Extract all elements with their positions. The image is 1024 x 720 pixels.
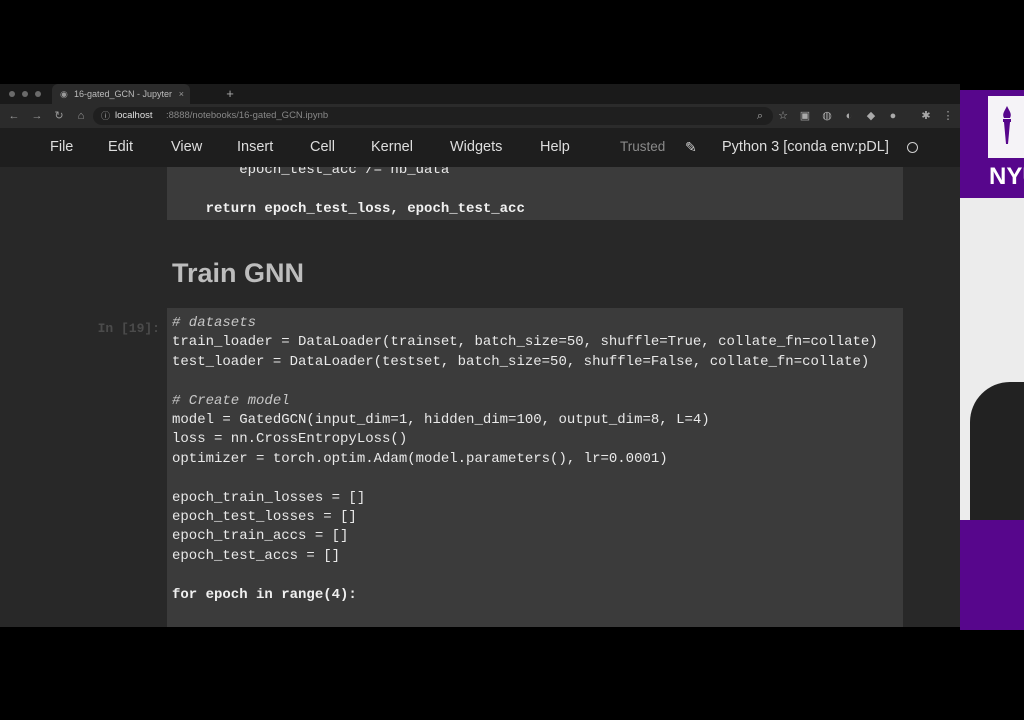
extensions-puzzle-icon[interactable]: ✱ [918, 107, 934, 125]
menu-file[interactable]: File [50, 137, 73, 157]
browser-tab[interactable]: ◉ 16-gated_GCN - Jupyter Notebook × [52, 84, 190, 104]
jupyter-favicon-icon: ◉ [60, 89, 68, 99]
menu-cell[interactable]: Cell [310, 137, 335, 157]
menu-edit[interactable]: Edit [108, 137, 133, 157]
browser-menu-icon[interactable]: ⋮ [940, 107, 956, 125]
previous-code-cell[interactable]: epoch_test_acc /= nb_data return epoch_t… [167, 167, 903, 220]
address-bar-row: ← → ↻ ⌂ ⓘ localhost :8888/notebooks/16-g… [0, 104, 960, 128]
code-line: optimizer = torch.optim.Adam(model.param… [172, 450, 668, 467]
extension-icon-2[interactable]: ◍ [819, 107, 835, 125]
info-icon: ⓘ [101, 111, 111, 121]
kernel-name[interactable]: Python 3 [conda env:pDL] [722, 137, 889, 157]
extension-icon-4[interactable]: ◆ [863, 107, 879, 125]
tab-title: 16-gated_GCN - Jupyter Notebook [74, 89, 174, 99]
code-line: epoch_test_losses = [] [172, 509, 357, 526]
menu-kernel[interactable]: Kernel [371, 137, 413, 157]
previous-cell-code[interactable]: epoch_test_acc /= nb_data return epoch_t… [172, 167, 525, 219]
nyu-banner-bottom [960, 520, 1024, 630]
code-line: train_loader = DataLoader(trainset, batc… [172, 334, 878, 351]
menu-widgets[interactable]: Widgets [450, 137, 502, 157]
profile-icon[interactable]: ● [885, 107, 901, 125]
trusted-indicator[interactable]: Trusted [620, 137, 665, 157]
code-line: # Create model [172, 392, 290, 409]
nyu-wordmark: NYU [989, 163, 1024, 190]
window-maximize-dot[interactable] [35, 91, 41, 97]
search-icon[interactable]: ⌕ [752, 107, 768, 125]
kernel-idle-icon [907, 142, 918, 153]
reload-icon[interactable]: ↻ [51, 107, 67, 125]
presenter-silhouette [970, 382, 1024, 522]
menu-view[interactable]: View [171, 137, 202, 157]
menu-insert[interactable]: Insert [237, 137, 273, 157]
code-line: test_loader = DataLoader(testset, batch_… [172, 353, 870, 370]
jupyter-menubar: File Edit View Insert Cell Kernel Widget… [0, 128, 960, 167]
bookmark-star-icon[interactable]: ☆ [775, 107, 791, 125]
new-tab-button[interactable]: + [222, 84, 238, 104]
tab-strip: ◉ 16-gated_GCN - Jupyter Notebook × + [0, 84, 960, 104]
cell-code[interactable]: # datasets train_loader = DataLoader(tra… [172, 314, 878, 605]
window-minimize-dot[interactable] [22, 91, 28, 97]
browser-window: ◉ 16-gated_GCN - Jupyter Notebook × + ← … [0, 84, 960, 627]
nyu-torch-logo [988, 96, 1024, 158]
url-field[interactable]: ⓘ localhost :8888/notebooks/16-gated_GCN… [93, 107, 773, 125]
code-line: epoch_test_acc /= nb_data [172, 167, 450, 178]
code-cell[interactable]: # datasets train_loader = DataLoader(tra… [167, 308, 903, 627]
forward-arrow-icon[interactable]: → [29, 107, 45, 125]
code-line: loss = nn.CrossEntropyLoss() [172, 431, 408, 448]
edit-pencil-icon[interactable]: ✎ [685, 137, 697, 157]
code-line: epoch_train_accs = [] [172, 528, 349, 545]
code-line: return epoch_test_loss, epoch_test_acc [172, 200, 525, 217]
code-line: epoch_train_losses = [] [172, 489, 366, 506]
back-arrow-icon[interactable]: ← [6, 107, 22, 125]
markdown-heading[interactable]: Train GNN [172, 255, 304, 291]
webcam-panel: NYU [960, 90, 1024, 630]
code-line: for epoch in range(4): [172, 586, 357, 603]
extension-icon[interactable]: ▣ [797, 107, 813, 125]
cell-prompt: In [19]: [97, 321, 160, 336]
notebook-area[interactable]: epoch_test_acc /= nb_data return epoch_t… [0, 167, 960, 627]
code-line: model = GatedGCN(input_dim=1, hidden_dim… [172, 412, 710, 429]
window-close-dot[interactable] [9, 91, 15, 97]
code-line: epoch_test_accs = [] [172, 547, 341, 564]
torch-icon [1003, 106, 1011, 144]
tab-close-icon[interactable]: × [179, 84, 184, 104]
extension-icon-3[interactable]: ◐ [841, 107, 857, 125]
home-icon[interactable]: ⌂ [73, 107, 89, 125]
menu-help[interactable]: Help [540, 137, 570, 157]
code-line: # datasets [172, 315, 257, 331]
url-host: localhost [115, 110, 153, 121]
url-path: :8888/notebooks/16-gated_GCN.ipynb [166, 110, 329, 121]
